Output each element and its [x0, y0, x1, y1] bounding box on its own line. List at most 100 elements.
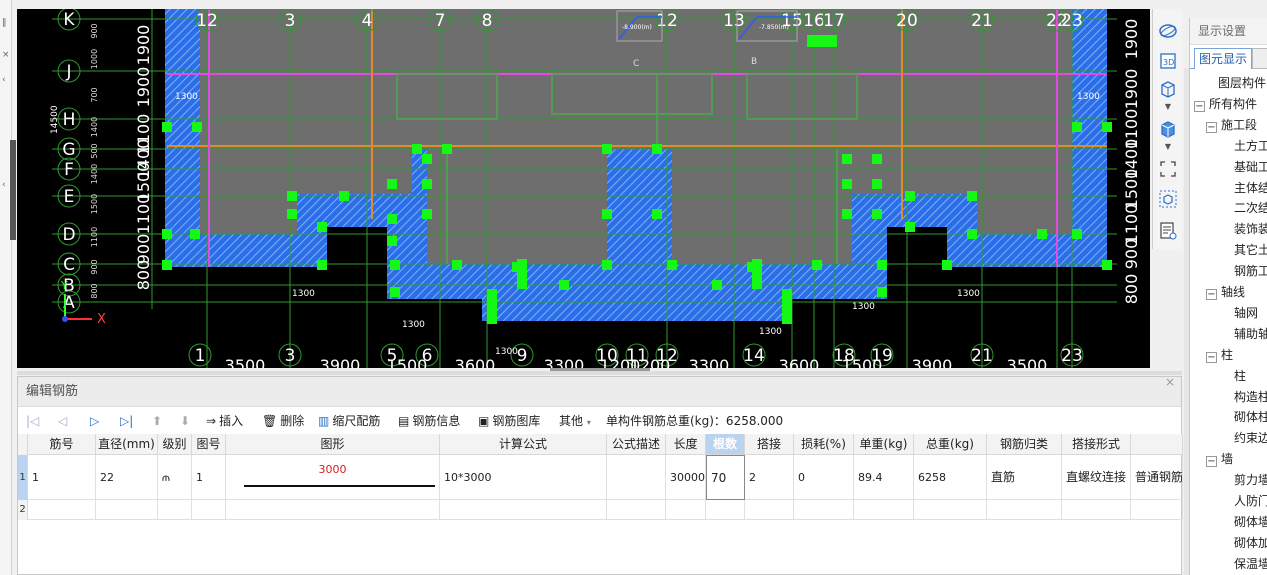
row-number[interactable]: 1: [18, 455, 28, 500]
tree-item[interactable]: 砌体柱: [1234, 407, 1267, 428]
horizontal-splitter[interactable]: [17, 371, 1182, 375]
strip-close-icon[interactable]: ×: [2, 50, 10, 60]
box-icon[interactable]: [1156, 77, 1180, 101]
column-header[interactable]: [1131, 434, 1183, 455]
panel-close-icon[interactable]: ×: [1165, 375, 1175, 389]
tree-item[interactable]: 剪力墙: [1234, 470, 1267, 491]
grid-cell-empty[interactable]: [28, 500, 96, 520]
rebar-info-button[interactable]: ▤ 钢筋信息: [398, 411, 460, 431]
tree-item[interactable]: − 施工段: [1206, 115, 1257, 136]
collapse-toggle-icon[interactable]: −: [1206, 289, 1217, 300]
collapse-toggle-icon[interactable]: −: [1206, 456, 1217, 468]
tree-item[interactable]: 辅助轴: [1234, 324, 1267, 345]
last-record-icon[interactable]: ▷|: [120, 411, 133, 431]
collapse-toggle-icon[interactable]: −: [1194, 100, 1205, 112]
tree-item[interactable]: 砌体加: [1234, 533, 1267, 554]
grid-cell-empty[interactable]: [158, 500, 192, 520]
column-header[interactable]: 筋号: [28, 434, 96, 455]
grid-cell-empty[interactable]: [607, 500, 666, 520]
grid-cell[interactable]: 1: [28, 455, 96, 500]
strip-drag-handle[interactable]: [10, 140, 16, 240]
tree-item[interactable]: 保温墙: [1234, 554, 1267, 575]
grid-cell-empty[interactable]: [914, 500, 987, 520]
tree-item[interactable]: 柱: [1234, 366, 1246, 387]
column-header[interactable]: 总重(kg): [914, 434, 987, 455]
move-down-icon[interactable]: ⬇: [180, 411, 190, 431]
grid-cell[interactable]: 2: [745, 455, 794, 500]
grid-cell-empty[interactable]: [226, 500, 440, 520]
grid-cell[interactable]: 89.4: [854, 455, 914, 500]
column-header[interactable]: 钢筋归类: [987, 434, 1062, 455]
first-record-icon[interactable]: |◁: [26, 411, 39, 431]
grid-cell-empty[interactable]: [706, 500, 745, 520]
orbit-icon[interactable]: [1156, 19, 1180, 43]
tree-item[interactable]: − 轴线: [1206, 282, 1245, 303]
tree-item[interactable]: 砌体墙: [1234, 512, 1267, 533]
tab-element-display[interactable]: 图元显示: [1194, 48, 1253, 69]
grid-cell-empty[interactable]: [666, 500, 706, 520]
grid-cell-empty[interactable]: [1131, 500, 1183, 520]
tree-item[interactable]: − 所有构件: [1194, 94, 1257, 115]
column-header[interactable]: 搭接形式: [1062, 434, 1131, 455]
grid-cell[interactable]: ⫙: [158, 455, 192, 500]
tree-item[interactable]: 主体结: [1234, 178, 1267, 199]
dropdown-icon[interactable]: ▼: [1156, 139, 1180, 153]
rebar-library-button[interactable]: ▣ 钢筋图库: [478, 411, 540, 431]
cad-plan-view[interactable]: 12 3 4 7 8 12 13 15 1617 20 21 22231 3 5 6 9 10 11 12 14 18 1…: [17, 9, 1150, 368]
panel-splitter[interactable]: [1184, 68, 1189, 575]
strip-arrow-icon[interactable]: ‹: [2, 75, 6, 85]
column-header[interactable]: 直径(mm): [96, 434, 158, 455]
grid-cell[interactable]: 3000: [226, 455, 440, 500]
tree-item[interactable]: − 墙: [1206, 449, 1233, 470]
grid-cell[interactable]: 1: [192, 455, 226, 500]
count-input-cell[interactable]: 70: [706, 455, 745, 500]
grid-cell-empty[interactable]: [96, 500, 158, 520]
scale-rebar-button[interactable]: ▥ 缩尺配筋: [318, 411, 380, 431]
column-header[interactable]: 搭接: [745, 434, 794, 455]
cad-drawing-canvas[interactable]: 12 3 4 7 8 12 13 15 16 17 20 21 22 23 1 3 5 6 9 10 11 12 14 18 1…: [17, 9, 1150, 368]
grid-cell-empty[interactable]: [854, 500, 914, 520]
tree-item[interactable]: 装饰装: [1234, 219, 1267, 240]
grid-cell-empty[interactable]: [745, 500, 794, 520]
tree-item[interactable]: 其它土: [1234, 240, 1267, 261]
grid-cell[interactable]: 6258: [914, 455, 987, 500]
component-icon[interactable]: [1156, 187, 1180, 211]
select-frame-icon[interactable]: [1156, 157, 1180, 181]
grid-cell-empty[interactable]: [987, 500, 1062, 520]
column-header[interactable]: 长度: [666, 434, 706, 455]
collapse-toggle-icon[interactable]: −: [1206, 121, 1217, 133]
grid-cell[interactable]: 30000: [666, 455, 706, 500]
insert-button[interactable]: ⇒ 插入: [206, 411, 243, 431]
column-header[interactable]: 根数: [706, 434, 745, 455]
tree-item[interactable]: 轴网: [1234, 303, 1258, 324]
column-header[interactable]: 图形: [226, 434, 440, 455]
cube-icon[interactable]: [1156, 117, 1180, 141]
next-record-icon[interactable]: ▷: [90, 411, 99, 431]
grid-cell-empty[interactable]: [1062, 500, 1131, 520]
prev-record-icon[interactable]: ◁: [58, 411, 67, 431]
tree-item[interactable]: − 柱: [1206, 345, 1233, 366]
column-header[interactable]: 级别: [158, 434, 192, 455]
grid-cell-empty[interactable]: [440, 500, 607, 520]
view-3d-icon[interactable]: 3D: [1156, 49, 1180, 73]
tree-item[interactable]: 基础工: [1234, 157, 1267, 178]
tree-item[interactable]: 钢筋工: [1234, 261, 1267, 282]
dropdown-icon[interactable]: ▼: [1156, 99, 1180, 113]
tree-item[interactable]: 图层构件: [1218, 73, 1266, 94]
move-up-icon[interactable]: ⬆: [152, 411, 162, 431]
tree-item[interactable]: 构造柱: [1234, 387, 1267, 408]
grid-cell[interactable]: 普通钢筋: [1131, 455, 1183, 500]
grid-cell-empty[interactable]: [794, 500, 854, 520]
strip-arrow-icon[interactable]: ‹: [2, 180, 6, 190]
collapse-toggle-icon[interactable]: −: [1206, 351, 1217, 363]
grid-cell[interactable]: 22: [96, 455, 158, 500]
grid-cell[interactable]: 直螺纹连接: [1062, 455, 1131, 500]
tree-item[interactable]: 二次结: [1234, 198, 1267, 219]
column-header[interactable]: 图号: [192, 434, 226, 455]
column-header[interactable]: 损耗(%): [794, 434, 854, 455]
tree-item[interactable]: 约束边: [1234, 428, 1267, 449]
grid-cell[interactable]: 10*3000: [440, 455, 607, 500]
grid-cell-empty[interactable]: [192, 500, 226, 520]
tree-item[interactable]: 土方工: [1234, 136, 1267, 157]
delete-button[interactable]: 🗑 删除: [262, 411, 304, 431]
